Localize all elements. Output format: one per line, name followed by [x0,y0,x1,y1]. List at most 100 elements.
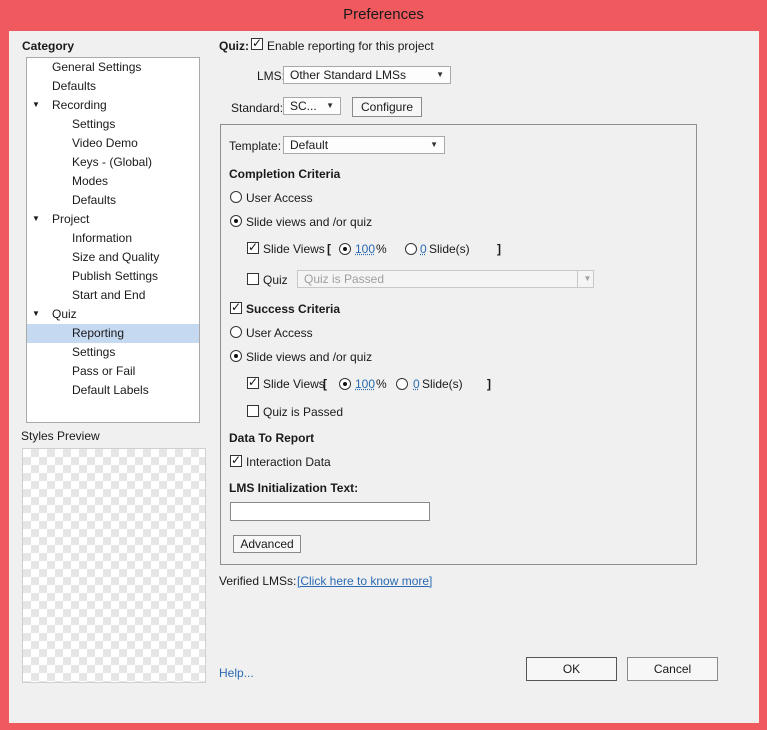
data-to-report-heading: Data To Report [229,431,315,445]
completion-slide-views-checkbox[interactable] [247,240,259,254]
completion-quiz-checkbox[interactable] [247,273,259,285]
sidebar-item-defaults[interactable]: Defaults [27,77,199,96]
sidebar-item-pass-or-fail[interactable]: Pass or Fail [27,362,199,381]
styles-preview-label: Styles Preview [21,429,100,443]
advanced-button[interactable]: Advanced [233,535,301,553]
sidebar-item-modes[interactable]: Modes [27,172,199,191]
success-user-access-radio[interactable] [230,326,242,338]
success-bracket-close: ] [487,377,491,391]
help-link[interactable]: Help... [219,666,254,680]
completion-bracket-open: [ [327,242,331,256]
sidebar-item-label: Settings [72,117,116,131]
sidebar-item-project[interactable]: ▼ Project [27,210,199,229]
interaction-data-label: Interaction Data [246,455,331,469]
window-title: Preferences [343,6,424,23]
completion-quiz-label: Quiz [263,273,288,287]
sidebar-item-label: Information [72,231,133,245]
sidebar-item-quiz[interactable]: ▼ Quiz [27,305,199,324]
success-percent-value[interactable]: 100 [355,377,375,391]
enable-reporting-label: Enable reporting for this project [267,39,434,53]
sidebar-item-general-settings[interactable]: General Settings [27,58,199,77]
completion-criteria-heading: Completion Criteria [229,167,341,181]
chevron-down-icon: ▼ [436,70,444,79]
sidebar-item-label: General Settings [52,60,142,74]
sidebar-item-settings[interactable]: Settings [27,343,199,362]
template-select-value: Default [290,138,329,152]
sidebar-item-label: Defaults [72,193,117,207]
sidebar-item-default-labels[interactable]: Default Labels [27,381,199,400]
completion-slides-unit: Slide(s) [429,242,470,256]
sidebar-item-label: Reporting [72,326,125,340]
success-criteria-heading: Success Criteria [246,302,341,316]
sidebar-item-recording[interactable]: ▼ Recording [27,96,199,115]
success-slides-radio[interactable] [396,378,408,390]
styles-preview [22,448,206,683]
sidebar-item-size-and-quality[interactable]: Size and Quality [27,248,199,267]
category-tree[interactable]: General Settings Defaults ▼ Recording Settin… [26,57,200,423]
sidebar-item-label: Settings [72,345,116,359]
completion-bracket-close: ] [497,242,501,256]
completion-slide-views-quiz-label: Slide views and /or quiz [246,215,373,229]
chevron-down-icon: ▼ [577,271,593,287]
sidebar-item-settings[interactable]: Settings [27,115,199,134]
lms-init-heading: LMS Initialization Text: [229,481,359,495]
lms-init-input[interactable] [230,502,430,521]
quiz-label: Quiz: [219,39,249,53]
completion-quiz-select[interactable]: Quiz is Passed ▼ [297,270,594,288]
sidebar-item-defaults[interactable]: Defaults [27,191,199,210]
sidebar-item-label: Quiz [52,307,77,321]
expand-arrow-icon[interactable]: ▼ [32,305,40,323]
lms-select[interactable]: Other Standard LMSs ▼ [283,66,451,84]
sidebar-item-label: Publish Settings [72,269,159,283]
completion-slides-value[interactable]: 0 [420,242,427,256]
completion-percent-value[interactable]: 100 [355,242,375,256]
cancel-button[interactable]: Cancel [627,657,718,681]
ok-button[interactable]: OK [526,657,617,681]
enable-reporting-checkbox[interactable] [251,36,263,50]
success-bracket-open: [ [323,377,327,391]
completion-percent-unit: % [376,242,387,256]
success-slide-views-quiz-radio[interactable] [230,350,242,362]
completion-quiz-select-value: Quiz is Passed [304,272,385,286]
sidebar-item-label: Recording [52,98,107,112]
lms-select-value: Other Standard LMSs [290,68,407,82]
sidebar-item-keys-global[interactable]: Keys - (Global) [27,153,199,172]
success-user-access-label: User Access [246,326,313,340]
template-label: Template: [229,139,282,153]
template-select[interactable]: Default ▼ [283,136,445,154]
completion-slide-views-label: Slide Views [263,242,325,256]
verified-lms-link[interactable]: [Click here to know more] [297,574,432,588]
standard-label: Standard: [231,101,284,115]
configure-button[interactable]: Configure [352,97,422,117]
standard-select[interactable]: SC... ▼ [283,97,341,115]
sidebar-item-reporting[interactable]: Reporting [27,324,199,343]
expand-arrow-icon[interactable]: ▼ [32,96,40,114]
standard-select-value: SC... [290,99,317,113]
sidebar-item-start-and-end[interactable]: Start and End [27,286,199,305]
sidebar-item-publish-settings[interactable]: Publish Settings [27,267,199,286]
sidebar-item-label: Pass or Fail [72,364,136,378]
success-quiz-passed-checkbox[interactable] [247,405,259,417]
sidebar-item-information[interactable]: Information [27,229,199,248]
sidebar-item-label: Start and End [72,288,146,302]
success-percent-radio[interactable] [339,378,351,390]
sidebar-item-label: Keys - (Global) [72,155,153,169]
completion-slide-views-quiz-radio[interactable] [230,215,242,227]
completion-user-access-radio[interactable] [230,191,242,203]
success-slides-value[interactable]: 0 [413,377,420,391]
sidebar-item-label: Modes [72,174,109,188]
sidebar-item-label: Project [52,212,90,226]
completion-percent-radio[interactable] [339,243,351,255]
success-criteria-checkbox[interactable] [230,300,242,314]
preferences-dialog: Category General Settings Defaults ▼ Record… [9,31,759,723]
success-slide-views-quiz-label: Slide views and /or quiz [246,350,373,364]
category-label: Category [22,39,75,53]
success-slide-views-checkbox[interactable] [247,375,259,389]
completion-slides-radio[interactable] [405,243,417,255]
lms-label: LMS: [257,69,286,83]
completion-user-access-label: User Access [246,191,313,205]
sidebar-item-video-demo[interactable]: Video Demo [27,134,199,153]
success-quiz-passed-label: Quiz is Passed [263,405,344,419]
expand-arrow-icon[interactable]: ▼ [32,210,40,228]
interaction-data-checkbox[interactable] [230,453,242,467]
